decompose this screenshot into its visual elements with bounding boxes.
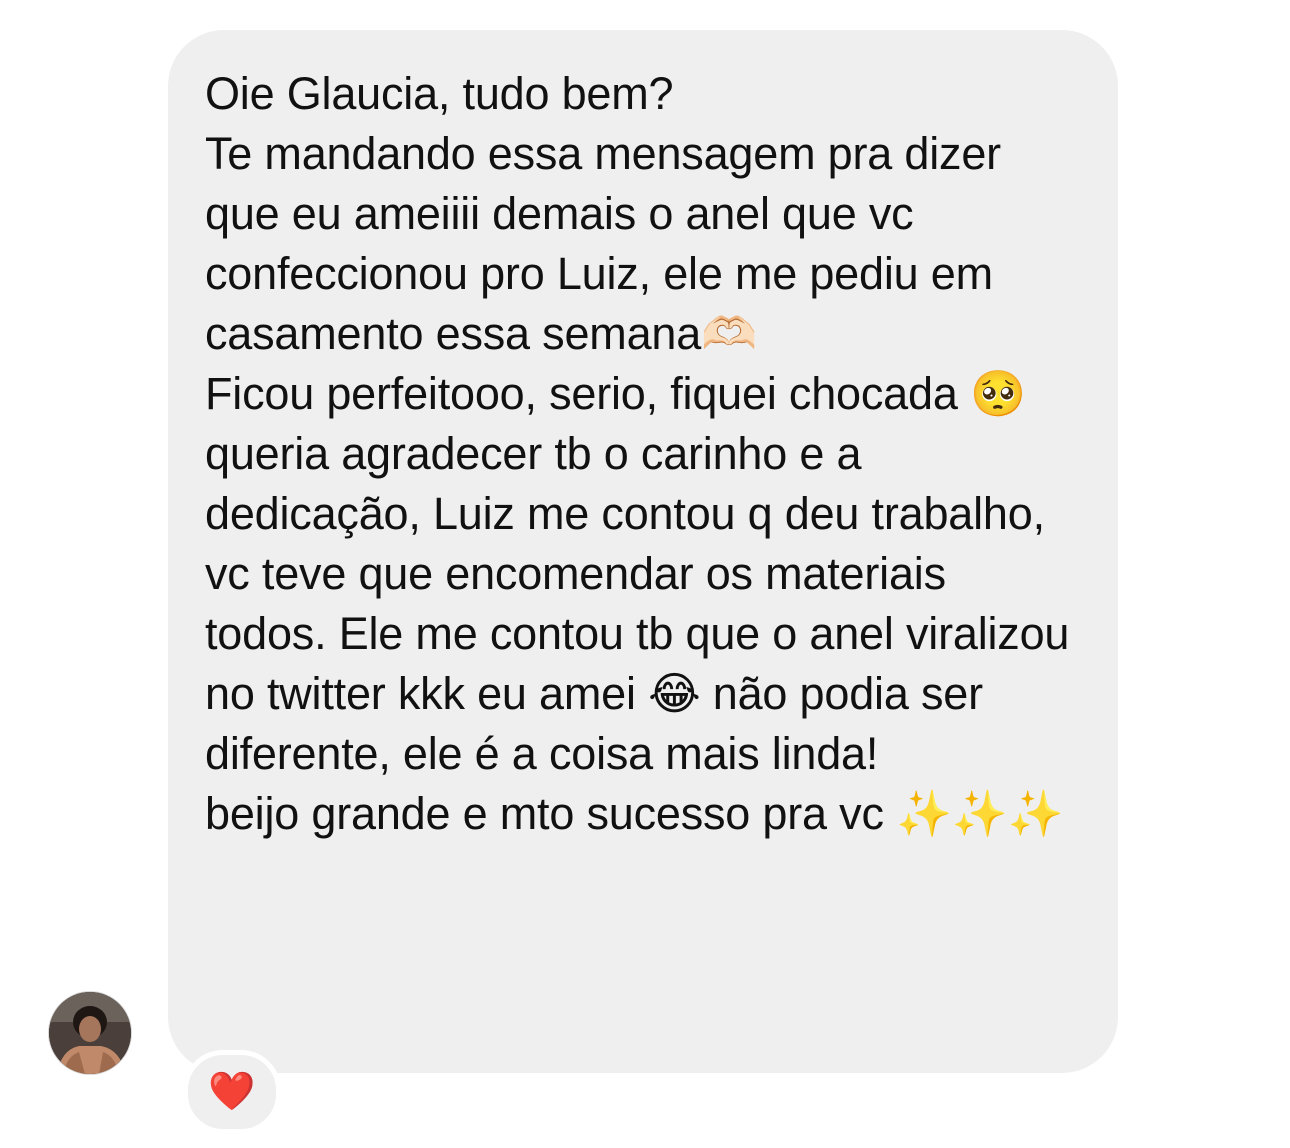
message-bubble[interactable]: Oie Glaucia, tudo bem? Te mandando essa … <box>168 30 1118 1073</box>
message-text: Oie Glaucia, tudo bem? Te mandando essa … <box>205 68 1070 839</box>
heart-icon: ❤️ <box>208 1071 256 1113</box>
message-thread: Oie Glaucia, tudo bem? Te mandando essa … <box>0 0 1290 1148</box>
profile-photo-icon <box>49 992 131 1074</box>
sender-avatar[interactable] <box>49 992 131 1074</box>
reaction-badge[interactable]: ❤️ <box>183 1050 281 1134</box>
